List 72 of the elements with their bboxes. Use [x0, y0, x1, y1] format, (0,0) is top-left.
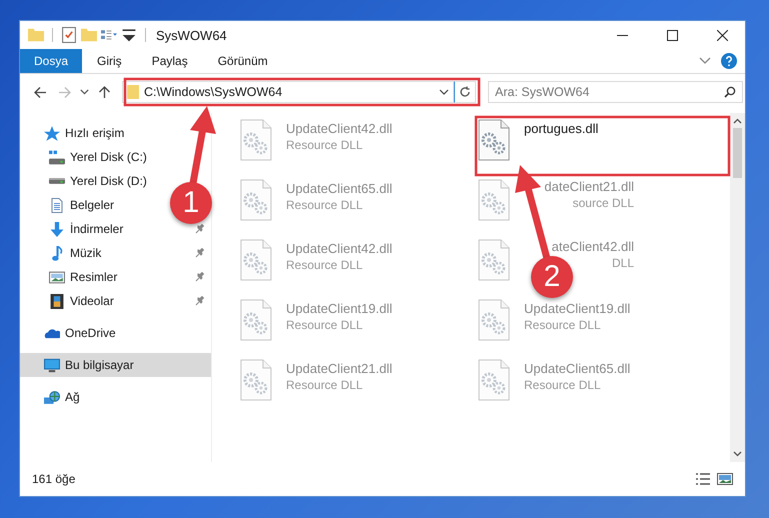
drive-icon [49, 178, 65, 184]
customize-dropdown-icon[interactable] [121, 27, 137, 43]
scroll-up-icon[interactable] [733, 117, 742, 126]
file-gears-icon [240, 359, 272, 401]
nav-item[interactable]: Videolar [49, 291, 114, 311]
item-count: 161 öğe [32, 472, 76, 486]
caret-icon[interactable] [439, 89, 449, 95]
star-icon [44, 126, 60, 140]
nav-item[interactable]: Hızlı erişim [44, 123, 124, 143]
details-view-icon[interactable] [695, 472, 711, 486]
folder-icon [127, 85, 139, 99]
nav-item[interactable]: Belgeler [49, 195, 114, 215]
file-type: Resource DLL [286, 198, 363, 212]
ribbon-tab[interactable]: Giriş [82, 49, 137, 73]
scrollbar-thumb[interactable] [733, 128, 742, 178]
pin-icon[interactable] [195, 224, 205, 234]
expand-ribbon-icon[interactable] [699, 57, 711, 65]
file-gears-icon [240, 119, 272, 161]
properties-icon[interactable] [61, 27, 77, 43]
address-field[interactable]: C:\Windows\SysWOW64 [122, 81, 454, 103]
file-gears-icon [478, 119, 510, 161]
film-icon [49, 294, 65, 308]
file-type: Resource DLL [286, 378, 363, 392]
file-type: source DLL [572, 196, 634, 210]
drive-icon [49, 150, 65, 164]
thumbnail-view-icon[interactable] [717, 472, 733, 486]
ribbon-tab[interactable]: Görünüm [202, 49, 283, 73]
file-gears-icon [478, 359, 510, 401]
recent-caret-icon[interactable] [80, 89, 88, 95]
file-type: Resource DLL [524, 378, 601, 392]
file-type: Resource DLL [286, 138, 363, 152]
file-name[interactable]: portugues.dll [524, 121, 598, 136]
nav-item[interactable]: Bu bilgisayar [20, 353, 211, 377]
close-icon [716, 30, 728, 40]
computer-icon [44, 358, 60, 372]
ribbon-tab[interactable]: Paylaş [136, 49, 203, 73]
file-gears-icon [240, 239, 272, 281]
file-gears-icon [478, 239, 510, 281]
picture-icon [49, 270, 65, 284]
music-note-icon [49, 246, 65, 260]
nav-item[interactable]: OneDrive [44, 323, 116, 343]
file-type: Resource DLL [524, 318, 601, 332]
nav-item[interactable]: Yerel Disk (C:) [49, 147, 147, 167]
pin-icon[interactable] [195, 296, 205, 306]
nav-item[interactable]: Yerel Disk (D:) [49, 171, 147, 191]
file-gears-icon [240, 179, 272, 221]
refresh-button[interactable] [454, 81, 476, 103]
document-icon [49, 198, 65, 212]
nav-item[interactable]: Müzik [49, 243, 102, 263]
up-arrow-icon[interactable] [98, 86, 110, 98]
download-icon [49, 222, 65, 236]
help-icon[interactable] [721, 53, 737, 69]
nav-item[interactable]: Resimler [49, 267, 118, 287]
back-arrow-icon[interactable] [34, 86, 46, 98]
pin-icon[interactable] [195, 272, 205, 282]
file-type: Resource DLL [286, 318, 363, 332]
file-gears-icon [240, 299, 272, 341]
network-icon [44, 390, 60, 404]
window-title: SysWOW64 [156, 28, 227, 42]
pin-icon[interactable] [195, 248, 205, 258]
maximize-icon [666, 30, 678, 40]
scroll-down-icon[interactable] [733, 449, 742, 458]
file-type: DLL [612, 256, 634, 270]
file-gears-icon [478, 299, 510, 341]
file-type: Resource DLL [286, 258, 363, 272]
nav-item[interactable]: Ağ [44, 387, 80, 407]
search-field[interactable]: Ara: SysWOW64 [488, 81, 743, 103]
nav-item[interactable]: İndirmeler [49, 219, 124, 239]
ribbon-tab[interactable]: Dosya [20, 49, 82, 73]
search-icon [724, 86, 736, 98]
file-gears-icon [478, 179, 510, 221]
refresh-icon [459, 86, 471, 98]
